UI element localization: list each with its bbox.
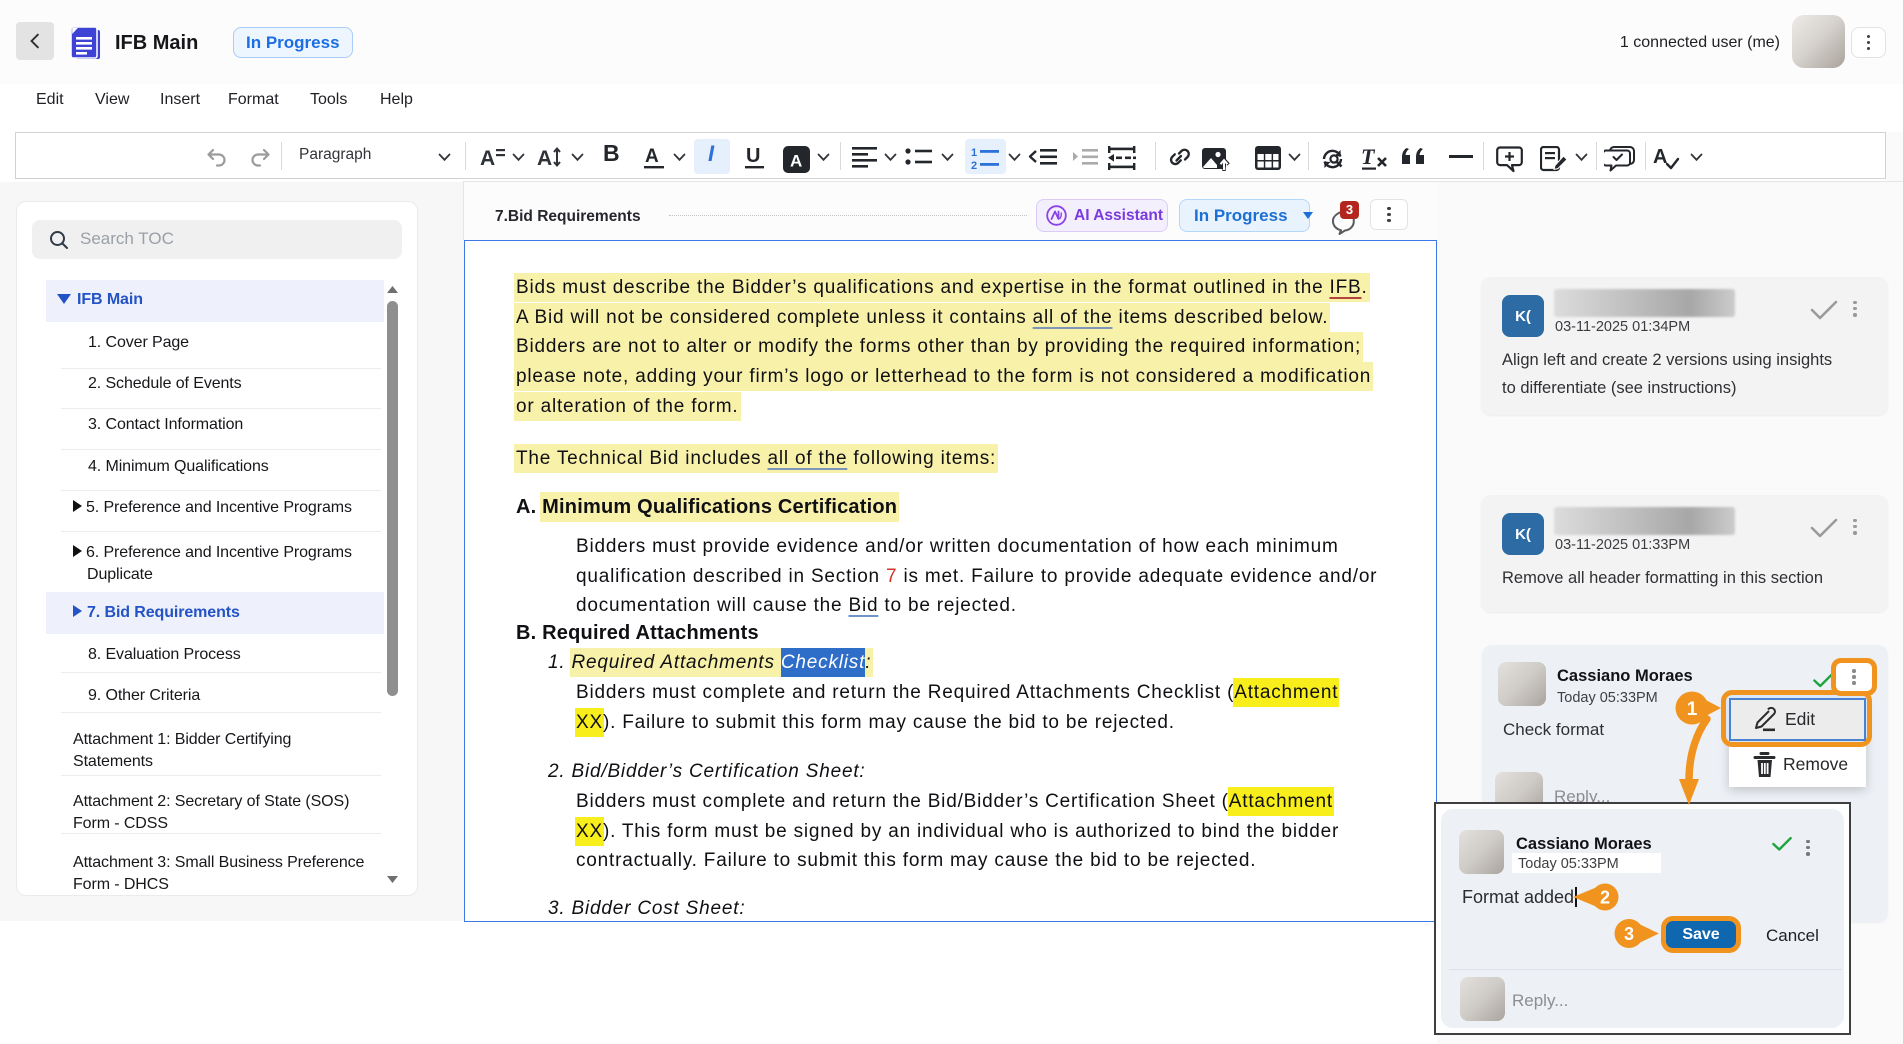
svg-text:U: U: [746, 146, 760, 167]
svg-text:2: 2: [1600, 888, 1610, 908]
svg-text:3: 3: [1624, 924, 1634, 944]
svg-text:A: A: [480, 147, 495, 168]
svg-text:T: T: [1361, 146, 1376, 169]
svg-text:A: A: [537, 147, 552, 168]
svg-text:A: A: [645, 146, 659, 167]
svg-text:2: 2: [971, 160, 977, 170]
svg-text:A: A: [790, 152, 802, 171]
svg-text:A: A: [1653, 146, 1667, 168]
svg-text:1: 1: [971, 147, 977, 159]
